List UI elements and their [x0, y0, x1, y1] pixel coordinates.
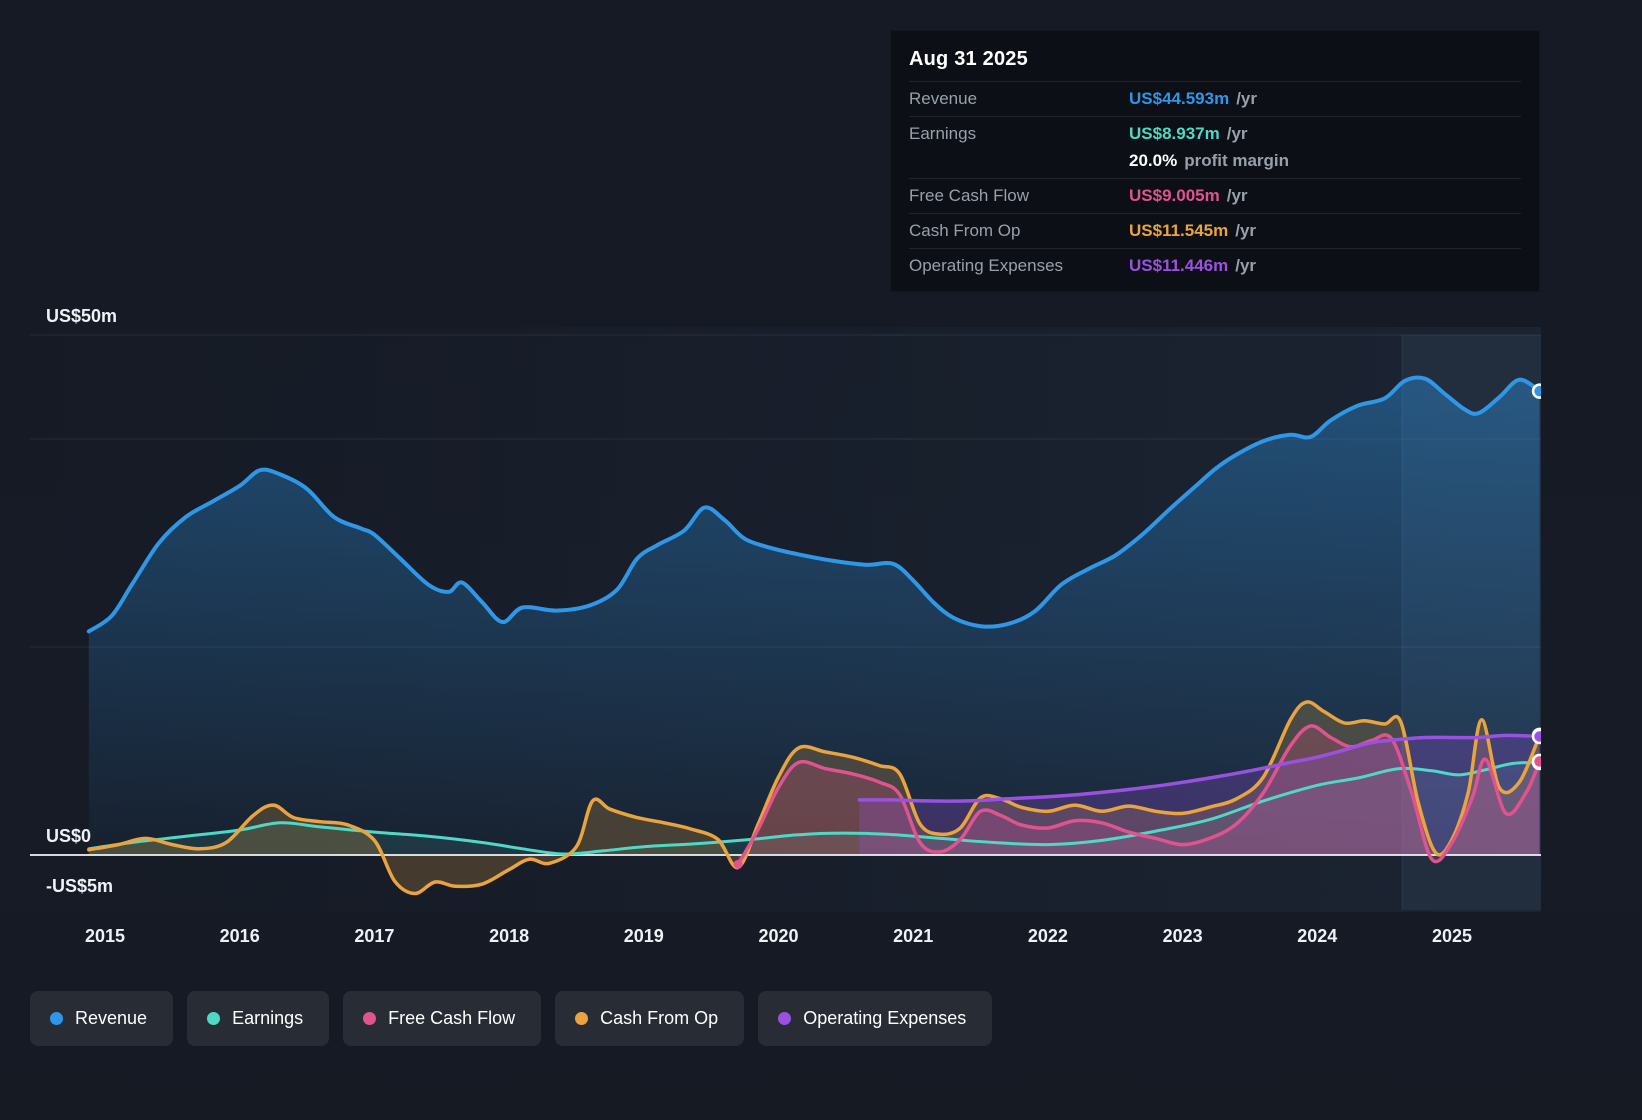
tooltip-row-suffix: /yr: [1235, 221, 1257, 240]
series-end-marker-free-cash-flow[interactable]: [1531, 753, 1546, 770]
x-axis-label: 2015: [84, 926, 126, 946]
tooltip-row-suffix: /yr: [1226, 124, 1248, 143]
legend-item-operating-expenses[interactable]: Operating Expenses: [758, 991, 993, 1046]
legend-item-cash-from-op[interactable]: Cash From Op: [555, 991, 745, 1046]
tooltip-row-value: US$11.446m: [1129, 256, 1229, 275]
tooltip-row-suffix: profit margin: [1184, 151, 1290, 170]
legend-label: Operating Expenses: [803, 1008, 967, 1028]
plot-area: [30, 327, 1546, 912]
y-axis-label-neg5m: -US$5m: [46, 876, 114, 896]
x-axis-label: 2025: [1431, 926, 1473, 946]
x-axis-label: 2016: [219, 926, 260, 946]
tooltip-row: Free Cash Flow US$9.005m/yr: [909, 178, 1521, 213]
legend-label: Earnings: [232, 1008, 304, 1028]
legend-item-free-cash-flow[interactable]: Free Cash Flow: [343, 991, 542, 1046]
tooltip-row-value: US$9.005m: [1129, 186, 1220, 205]
tooltip-row-suffix: /yr: [1235, 256, 1257, 275]
x-axis-label: 2018: [489, 926, 530, 946]
tooltip-row-suffix: /yr: [1236, 89, 1257, 108]
tooltip-row-value: US$44.593m: [1129, 89, 1230, 108]
legend-color-dot: [207, 1012, 221, 1025]
tooltip-row: Cash From Op US$11.545m/yr: [909, 213, 1521, 248]
chart-page: Aug 31 2025 Revenue US$44.593m/yr Earnings…: [0, 0, 1642, 1120]
legend-label: Cash From Op: [600, 1008, 719, 1028]
tooltip-row: Operating Expenses US$11.446m/yr: [909, 248, 1521, 283]
tooltip-row: Earnings US$8.937m/yr: [909, 116, 1521, 151]
legend-item-revenue[interactable]: Revenue: [30, 991, 174, 1046]
tooltip-row-label: Cash From Op: [909, 221, 1021, 240]
tooltip-row-value: US$11.545m: [1129, 221, 1229, 240]
x-axis-label: 2022: [1027, 926, 1068, 946]
chart-legend: Revenue Earnings Free Cash Flow Cash From O…: [30, 991, 993, 1046]
x-axis-label: 2021: [893, 926, 934, 946]
series-end-marker-revenue[interactable]: [1531, 383, 1546, 399]
tooltip-date: Aug 31 2025: [909, 48, 1028, 70]
tooltip-row-label: Earnings: [909, 124, 977, 143]
tooltip-row-label: Revenue: [909, 89, 978, 108]
y-axis-label-50m: US$50m: [46, 306, 118, 326]
x-axis-label: 2017: [354, 926, 395, 946]
legend-label: Revenue: [75, 1008, 148, 1028]
tooltip-row-label: Free Cash Flow: [909, 186, 1029, 205]
tooltip-row: 20.0% profit margin: [909, 151, 1521, 178]
x-axis-label: 2023: [1162, 926, 1203, 946]
legend-item-earnings[interactable]: Earnings: [187, 991, 330, 1046]
legend-color-dot: [778, 1012, 792, 1025]
legend-color-dot: [363, 1012, 377, 1025]
tooltip-row-value: 20.0%: [1129, 151, 1178, 170]
x-axis-label: 2020: [758, 926, 799, 946]
x-axis-label: 2024: [1297, 926, 1338, 946]
series-end-marker-operating-expenses[interactable]: [1531, 728, 1546, 745]
chart-tooltip: Aug 31 2025 Revenue US$44.593m/yr Earnings…: [890, 30, 1540, 292]
x-axis-label: 2019: [623, 926, 664, 946]
tooltip-row-label: Operating Expenses: [909, 256, 1064, 275]
legend-label: Free Cash Flow: [388, 1008, 516, 1028]
legend-color-dot: [575, 1012, 589, 1025]
y-axis-label-0: US$0: [46, 826, 92, 846]
free-cash-flow-start-dot: [733, 859, 743, 869]
tooltip-row-suffix: /yr: [1226, 186, 1248, 205]
tooltip-rows: Revenue US$44.593m/yr Earnings US$8.937m/yr…: [909, 81, 1521, 283]
tooltip-row-value: US$8.937m: [1129, 124, 1220, 143]
x-axis: 2015 2016 2017 2018 2019 2020 2021 2022 2023 2024…: [0, 926, 1642, 952]
legend-color-dot: [50, 1012, 63, 1025]
tooltip-row: Revenue US$44.593m/yr: [909, 81, 1521, 116]
